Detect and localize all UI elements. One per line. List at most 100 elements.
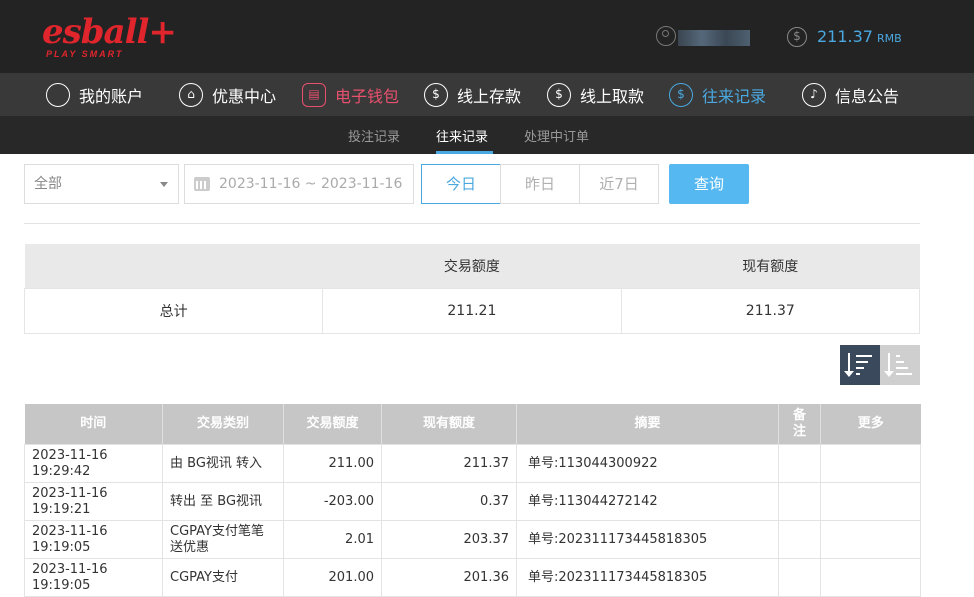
summary-header-row: 交易额度 现有额度 <box>24 244 920 289</box>
dollar-icon: $ <box>787 27 807 47</box>
cell-time: 2023-11-16 19:19:21 <box>24 482 163 521</box>
withdraw-icon: $ <box>547 82 571 107</box>
tab-transaction-records[interactable]: 往来记录 <box>436 126 488 145</box>
nav-announcements[interactable]: ♪ 信息公告 <box>802 73 899 116</box>
cell-more[interactable] <box>820 558 921 597</box>
bell-icon: ♪ <box>802 82 826 107</box>
query-button[interactable]: 查询 <box>669 164 749 204</box>
summary-amount: 211.21 <box>322 288 622 334</box>
cell-balance: 0.37 <box>381 482 517 521</box>
cell-note <box>778 482 821 521</box>
col-note: 备注 <box>778 404 821 445</box>
nav-e-wallet[interactable]: ▤ 电子钱包 <box>302 73 399 116</box>
date-range-input[interactable]: 2023-11-16 ~ 2023-11-16 <box>184 164 414 204</box>
records-header-row: 时间 交易类别 交易额度 现有额度 摘要 备注 更多 <box>24 404 921 445</box>
transaction-type-select[interactable]: 全部 <box>24 164 179 204</box>
sort-line <box>856 367 864 369</box>
cell-balance: 203.37 <box>381 520 517 559</box>
nav-label: 优惠中心 <box>212 86 277 106</box>
sort-line <box>856 373 860 375</box>
cell-more[interactable] <box>820 444 921 483</box>
nav-my-account[interactable]: 我的账户 <box>46 73 143 116</box>
nav-online-deposit[interactable]: $ 线上存款 <box>424 73 521 116</box>
sub-nav: 投注记录 往来记录 处理中订单 <box>0 116 974 154</box>
sort-desc-icon <box>844 353 854 377</box>
sort-ascending-button[interactable] <box>880 345 920 385</box>
cell-type: 由 BG视讯 转入 <box>162 444 284 483</box>
cell-more[interactable] <box>820 520 921 559</box>
cell-type: 转出 至 BG视讯 <box>162 482 284 521</box>
nav-label: 电子钱包 <box>335 86 400 106</box>
cell-summary: 单号:113044272142 <box>516 482 779 521</box>
summary-balance: 211.37 <box>620 288 921 334</box>
cell-type: CGPAY支付笔笔送优惠 <box>162 520 284 559</box>
cell-balance: 201.36 <box>381 558 517 597</box>
user-icon <box>46 82 70 107</box>
main-nav: 我的账户 ⌂ 优惠中心 ▤ 电子钱包 $ 线上存款 $ 线上取款 $ 往来记录 … <box>0 73 974 116</box>
nav-online-withdraw[interactable]: $ 线上取款 <box>547 73 644 116</box>
summary-table: 交易额度 现有额度 总计 211.21 211.37 <box>23 244 921 334</box>
sort-line <box>856 355 872 357</box>
cell-more[interactable] <box>820 482 921 521</box>
sort-asc-icon <box>884 353 894 377</box>
range-yesterday-button[interactable]: 昨日 <box>500 164 580 204</box>
col-type: 交易类别 <box>162 404 284 445</box>
date-range-value: 2023-11-16 ~ 2023-11-16 <box>219 176 403 192</box>
nav-transaction-records[interactable]: $ 往来记录 <box>669 73 766 116</box>
cell-amount: 201.00 <box>283 558 382 597</box>
sort-line <box>896 367 908 369</box>
table-row: 2023-11-16 19:19:21 转出 至 BG视讯 -203.00 0.… <box>24 482 921 521</box>
range-7days-button[interactable]: 近7日 <box>579 164 659 204</box>
nav-promotions[interactable]: ⌂ 优惠中心 <box>179 73 276 116</box>
nav-label: 信息公告 <box>835 86 900 106</box>
tab-bet-records[interactable]: 投注记录 <box>348 126 400 145</box>
summary-total-row: 总计 211.21 211.37 <box>23 288 921 334</box>
cell-note <box>778 520 821 559</box>
balance-currency: RMB <box>876 32 902 45</box>
calendar-icon <box>194 177 210 191</box>
cell-note <box>778 444 821 483</box>
user-avatar-icon[interactable] <box>656 26 676 46</box>
cell-balance: 211.37 <box>381 444 517 483</box>
balance-amount: 211.37 <box>817 27 873 46</box>
cell-time: 2023-11-16 19:19:05 <box>24 558 163 597</box>
col-time: 时间 <box>24 404 163 445</box>
sort-descending-button[interactable] <box>840 345 880 385</box>
cell-summary: 单号:202311173445818305 <box>516 558 779 597</box>
cell-time: 2023-11-16 19:29:42 <box>24 444 163 483</box>
table-row: 2023-11-16 19:29:42 由 BG视讯 转入 211.00 211… <box>24 444 921 483</box>
summary-label: 总计 <box>23 288 324 334</box>
nav-label: 线上存款 <box>457 86 522 106</box>
username-masked <box>678 30 750 46</box>
nav-label: 线上取款 <box>580 86 645 106</box>
top-bar: esball+ PLAY SMART $ 211.37 RMB <box>0 0 974 73</box>
tab-pending-orders[interactable]: 处理中订单 <box>524 126 589 145</box>
sort-line <box>896 355 900 357</box>
col-balance: 现有额度 <box>381 404 517 445</box>
deposit-icon: $ <box>424 82 448 107</box>
header-balance: 211.37 RMB <box>817 27 902 46</box>
summary-header: 现有额度 <box>621 244 920 289</box>
cell-amount: -203.00 <box>283 482 382 521</box>
select-value: 全部 <box>34 176 62 192</box>
nav-label: 往来记录 <box>702 86 767 106</box>
sort-line <box>896 361 904 363</box>
range-today-button[interactable]: 今日 <box>421 164 501 204</box>
table-row: 2023-11-16 19:19:05 CGPAY支付笔笔送优惠 2.01 20… <box>24 520 921 559</box>
col-amount: 交易额度 <box>283 404 382 445</box>
logo-tagline: PLAY SMART <box>46 49 124 59</box>
sort-line <box>856 361 868 363</box>
site-logo[interactable]: esball+ PLAY SMART <box>42 12 177 59</box>
cell-amount: 2.01 <box>283 520 382 559</box>
logo-text: esball+ <box>42 12 177 52</box>
cell-time: 2023-11-16 19:19:05 <box>24 520 163 559</box>
table-row: 2023-11-16 19:19:05 CGPAY支付 201.00 201.3… <box>24 558 921 597</box>
summary-header <box>24 244 323 289</box>
summary-header: 交易额度 <box>322 244 622 289</box>
caret-down-icon <box>160 182 168 187</box>
cell-amount: 211.00 <box>283 444 382 483</box>
nav-label: 我的账户 <box>79 86 144 106</box>
cell-note <box>778 558 821 597</box>
cell-summary: 单号:113044300922 <box>516 444 779 483</box>
cell-type: CGPAY支付 <box>162 558 284 597</box>
